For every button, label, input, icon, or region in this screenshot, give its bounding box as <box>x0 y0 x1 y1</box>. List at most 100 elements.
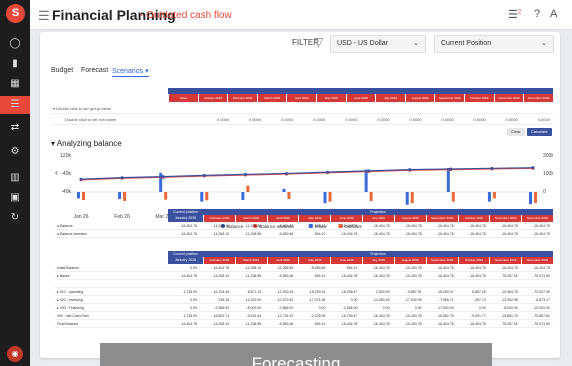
table-row[interactable]: ▸ Banks -16,404.78 -14,258.10 -11,296.89 -5,… <box>55 273 553 280</box>
table-cell: -16,404.78 <box>180 232 198 236</box>
right-axis-tick: 200k <box>543 153 553 159</box>
table-cell: -11,296.89 <box>244 322 262 326</box>
transfer-icon[interactable]: ⇄ <box>9 122 21 134</box>
grid-header-cell: Value <box>168 94 198 102</box>
table-cell: -16,404.78 <box>372 224 390 228</box>
series-point <box>243 172 247 176</box>
tab-scenarios[interactable]: Scenarios ▾ <box>112 67 149 77</box>
section-title-text: Analyzing balance <box>56 139 122 148</box>
table-cell: -11,296.89 <box>244 224 262 228</box>
table-row[interactable]: ▸ 030 - Financing 0.00 -2,566.00 -8,000.00 -… <box>55 305 553 312</box>
row-value: 0.0000 <box>249 117 262 122</box>
table-cell: -2,566.00 <box>214 306 230 310</box>
bottom-logo-icon[interactable]: ◉ <box>7 346 23 362</box>
group-name-row[interactable]: ▾ Double click to set group name <box>51 104 553 114</box>
document-icon[interactable]: ▦ <box>9 78 21 90</box>
table-left-subheader: January 2026 <box>168 215 203 222</box>
bar-chart-icon[interactable]: ▮ <box>9 58 21 70</box>
row-value: 0.0000 <box>216 117 230 122</box>
table-row[interactable]: Initial Balance 0.00 -16,404.78 -14,258.10 -… <box>55 265 553 272</box>
table-cell: -8,000.00 <box>503 306 518 310</box>
left-axis-tick: 120k <box>60 153 71 159</box>
series-point <box>120 176 124 180</box>
chart-bar <box>159 172 163 192</box>
table-row[interactable]: ● Balance scenario -16,404.78 -14,258.10 -1… <box>55 231 553 238</box>
filter-icon[interactable]: ▽ <box>314 35 323 49</box>
table-cell: -9,915.44 <box>246 314 262 318</box>
series-point <box>490 166 494 170</box>
table-row[interactable]: 000 - Net Cash Flow -1,735.00 -16,802.71 -9… <box>55 313 553 320</box>
table-cell: -16,404.78 <box>340 274 358 278</box>
table-cell: -2,325.09 <box>310 314 326 318</box>
help-icon[interactable]: ? <box>534 8 540 20</box>
save-icon[interactable]: ▣ <box>9 192 21 204</box>
table-cell: -17,071.28 <box>308 298 326 302</box>
table-cell: -16,404.78 <box>501 224 518 228</box>
table-row[interactable]: Final Balance -16,404.78 -14,258.10 -11,296… <box>55 321 553 328</box>
calculate-button[interactable]: Calculate <box>527 128 552 136</box>
chart-bar <box>123 192 127 201</box>
table-cell: -16,404.78 <box>340 224 358 228</box>
table-cell: -1,735.00 <box>182 314 198 318</box>
user-icon[interactable]: A <box>550 8 557 20</box>
table-cell: -5,489.46 <box>310 266 326 270</box>
row-label: ● Balance scenario <box>57 232 87 236</box>
tab-budget[interactable]: Budget <box>51 67 73 74</box>
table-row[interactable]: ● Balance -16,404.78 -14,258.10 -11,296.89 -… <box>55 223 553 230</box>
table-cell: -13,962.98 <box>501 298 518 302</box>
table-cell: -16,404.78 <box>469 266 486 270</box>
chart-bar <box>534 192 537 203</box>
table-cell: -18,298.47 <box>340 290 358 294</box>
grid-header-cell: September 2026 <box>434 94 464 102</box>
app-logo-icon[interactable]: S <box>6 4 25 23</box>
reports-icon[interactable]: ▥ <box>9 172 21 184</box>
table-cell: -16,104.46 <box>212 290 230 294</box>
table-cell: -10,000.00 <box>533 306 550 310</box>
notification-icon[interactable]: ☰2 <box>508 8 521 21</box>
tab-forecast[interactable]: Forecast <box>81 67 108 74</box>
page-subtitle: - Outdated cash flow <box>140 10 232 21</box>
table-row[interactable] <box>55 281 553 288</box>
right-axis-tick: 100k <box>543 171 553 177</box>
table-cell: -11,296.89 <box>276 266 294 270</box>
series-line <box>80 167 534 181</box>
financial-planning-icon[interactable]: ☰ <box>9 99 21 111</box>
table-cell: -15,564.78 <box>501 290 518 294</box>
row-label: ● Balance <box>57 224 73 228</box>
chart-bar <box>405 192 409 205</box>
table-cell: -16,709.47 <box>340 314 358 318</box>
table-cell: -9,691.77 <box>470 314 486 318</box>
month-header-cell: September 2026 <box>425 257 458 264</box>
table-cell: -15,861.79 <box>501 314 518 318</box>
dashboard-icon[interactable]: ◯ <box>9 38 21 50</box>
clear-button[interactable]: Clear <box>507 128 525 136</box>
refresh-icon[interactable]: ↻ <box>9 212 21 224</box>
grid-header-cell: March 2026 <box>256 94 287 102</box>
month-header-cell: June 2026 <box>330 257 362 264</box>
month-header-cell: March 2026 <box>234 215 267 222</box>
grid-header-cell: October 2026 <box>464 94 494 102</box>
section-title[interactable]: ▾ Analyzing balance <box>51 139 122 148</box>
scenario-row[interactable]: Double click to set row name 0.0000 0.0000… <box>51 115 553 125</box>
table-cell: -79,073.50 <box>533 274 550 278</box>
row-label: Initial Balance <box>57 266 79 270</box>
row-value: 0.0000 <box>281 117 294 122</box>
left-axis-tick: -40k <box>61 171 71 177</box>
forecasting-overlay-banner: Forecasting <box>100 343 492 366</box>
series-point <box>326 170 330 174</box>
main-card: FILTER ▽ USD - US Dollar ⌄ Current Posit… <box>40 32 560 358</box>
position-select[interactable]: Current Position ⌄ <box>434 35 554 53</box>
position-value: Current Position <box>441 40 492 47</box>
currency-select[interactable]: USD - US Dollar ⌄ <box>330 35 426 53</box>
x-axis-tick: Jan 26 <box>73 214 88 220</box>
table-cell: -16,000.47 <box>436 290 454 294</box>
menu-icon[interactable]: ☰ <box>38 8 50 24</box>
month-header-cell: December 2026 <box>521 257 553 264</box>
grid-header-cell: August 2026 <box>404 94 435 102</box>
table-row[interactable]: ▸ 020 - Investing 0.00 918.15 14,319.00 -10,… <box>55 297 553 304</box>
month-header-cell: July 2026 <box>362 215 394 222</box>
row-value: 0.0000 <box>537 117 550 122</box>
table-cell: 14,319.00 <box>245 298 262 302</box>
table-row[interactable]: ▸ 010 - operating -1,735.00 -16,104.46 8,87… <box>55 289 553 296</box>
settings-icon[interactable]: ⚙ <box>9 146 21 158</box>
